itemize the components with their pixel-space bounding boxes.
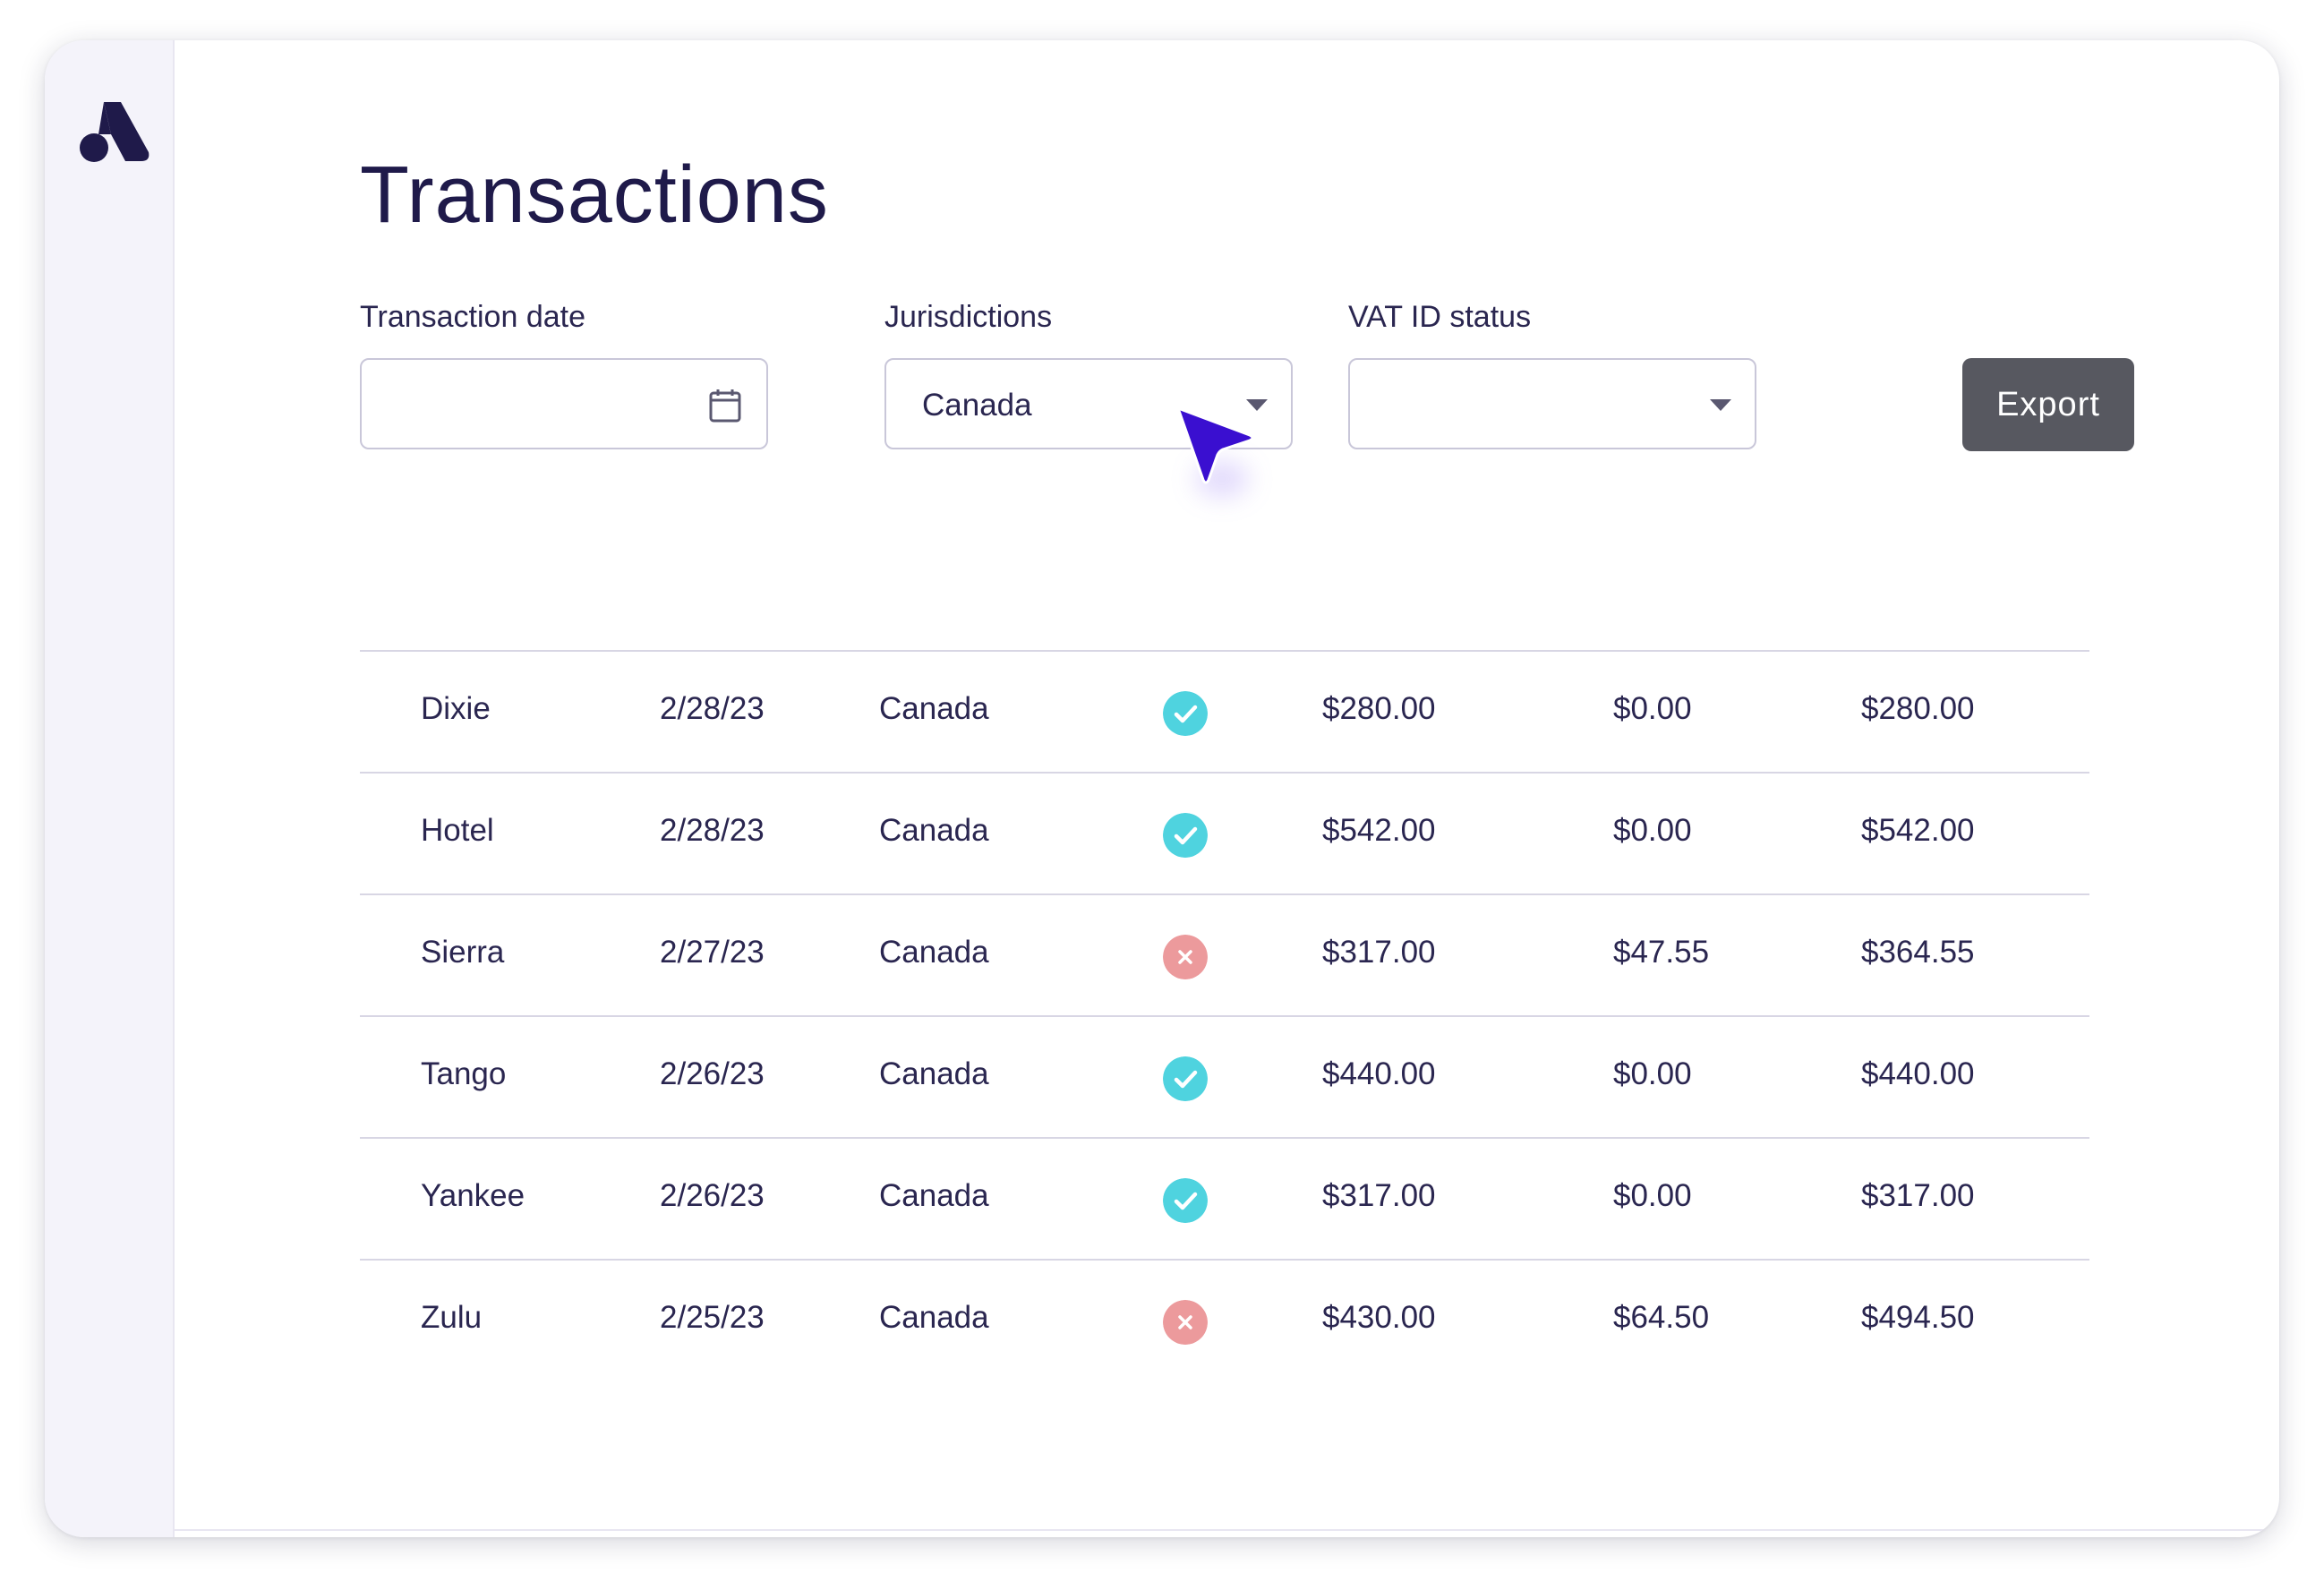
transaction-name: Tango (421, 1056, 507, 1091)
transaction-jurisdiction: Canada (879, 813, 989, 848)
transaction-name: Hotel (421, 813, 494, 848)
transaction-amount: $317.00 (1322, 1178, 1436, 1213)
transaction-jurisdiction: Canada (879, 1056, 989, 1091)
transaction-total: $440.00 (1861, 1056, 1975, 1091)
table-row[interactable]: Zulu 2/25/23 Canada $430.00 $64.50 $494.… (360, 1261, 2089, 1381)
transaction-date: 2/26/23 (660, 1056, 765, 1091)
transaction-date: 2/25/23 (660, 1300, 765, 1335)
transaction-date: 2/26/23 (660, 1178, 765, 1213)
table-row[interactable]: Tango 2/26/23 Canada $440.00 $0.00 $440.… (360, 1017, 2089, 1139)
transaction-date: 2/27/23 (660, 935, 765, 970)
transaction-date-label: Transaction date (360, 300, 585, 334)
chevron-down-icon[interactable] (1710, 399, 1731, 411)
transaction-name: Sierra (421, 935, 505, 970)
vat-status-badge (1163, 1300, 1208, 1345)
vat-status-badge (1163, 1178, 1208, 1223)
check-circle-icon (1163, 813, 1208, 858)
jurisdictions-label: Jurisdictions (884, 300, 1053, 334)
app-window: Transactions Transaction date Jurisdicti… (45, 40, 2279, 1537)
transaction-total: $494.50 (1861, 1300, 1975, 1335)
vat-status-badge (1163, 813, 1208, 858)
main-content: Transactions Transaction date Jurisdicti… (175, 40, 2279, 1537)
check-circle-icon (1163, 691, 1208, 736)
sidebar (45, 40, 175, 1537)
vat-status-badge (1163, 691, 1208, 736)
transaction-jurisdiction: Canada (879, 1178, 989, 1213)
transaction-jurisdiction: Canada (879, 691, 989, 726)
transaction-date: 2/28/23 (660, 691, 765, 726)
transaction-tax: $0.00 (1613, 691, 1692, 726)
vat-id-status-select[interactable] (1348, 358, 1756, 449)
vat-status-badge (1163, 935, 1208, 979)
transaction-amount: $440.00 (1322, 1056, 1436, 1091)
transaction-name: Dixie (421, 691, 491, 726)
transaction-amount: $317.00 (1322, 935, 1436, 970)
transaction-date: 2/28/23 (660, 813, 765, 848)
table-row[interactable]: Hotel 2/28/23 Canada $542.00 $0.00 $542.… (360, 774, 2089, 895)
transaction-amount: $430.00 (1322, 1300, 1436, 1335)
transaction-total: $317.00 (1861, 1178, 1975, 1213)
transaction-date-field[interactable] (360, 358, 768, 449)
check-circle-icon (1163, 1178, 1208, 1223)
transaction-total: $364.55 (1861, 935, 1975, 970)
transactions-table: Dixie 2/28/23 Canada $280.00 $0.00 $280.… (360, 650, 2089, 1381)
x-circle-icon (1163, 935, 1208, 979)
calendar-icon[interactable] (709, 389, 741, 423)
table-row[interactable]: Dixie 2/28/23 Canada $280.00 $0.00 $280.… (360, 652, 2089, 774)
divider (175, 1529, 2279, 1531)
export-button[interactable]: Export (1962, 358, 2134, 451)
vat-status-badge (1163, 1056, 1208, 1101)
jurisdictions-value: Canada (922, 388, 1032, 423)
transaction-total: $280.00 (1861, 691, 1975, 726)
transaction-tax: $0.00 (1613, 1056, 1692, 1091)
transaction-jurisdiction: Canada (879, 935, 989, 970)
transaction-name: Zulu (421, 1300, 483, 1335)
table-row[interactable]: Yankee 2/26/23 Canada $317.00 $0.00 $317… (360, 1139, 2089, 1261)
brand-logo-icon[interactable] (79, 98, 150, 163)
transaction-amount: $280.00 (1322, 691, 1436, 726)
transaction-total: $542.00 (1861, 813, 1975, 848)
transaction-tax: $64.50 (1613, 1300, 1710, 1335)
transaction-tax: $0.00 (1613, 1178, 1692, 1213)
transaction-name: Yankee (421, 1178, 525, 1213)
page-title: Transactions (360, 150, 829, 240)
transaction-tax: $47.55 (1613, 935, 1710, 970)
transaction-tax: $0.00 (1613, 813, 1692, 848)
vat-id-status-label: VAT ID status (1348, 300, 1532, 334)
transaction-amount: $542.00 (1322, 813, 1436, 848)
check-circle-icon (1163, 1056, 1208, 1101)
transaction-jurisdiction: Canada (879, 1300, 989, 1335)
cursor-arrow-icon (1176, 406, 1254, 484)
table-row[interactable]: Sierra 2/27/23 Canada $317.00 $47.55 $36… (360, 895, 2089, 1017)
x-circle-icon (1163, 1300, 1208, 1345)
